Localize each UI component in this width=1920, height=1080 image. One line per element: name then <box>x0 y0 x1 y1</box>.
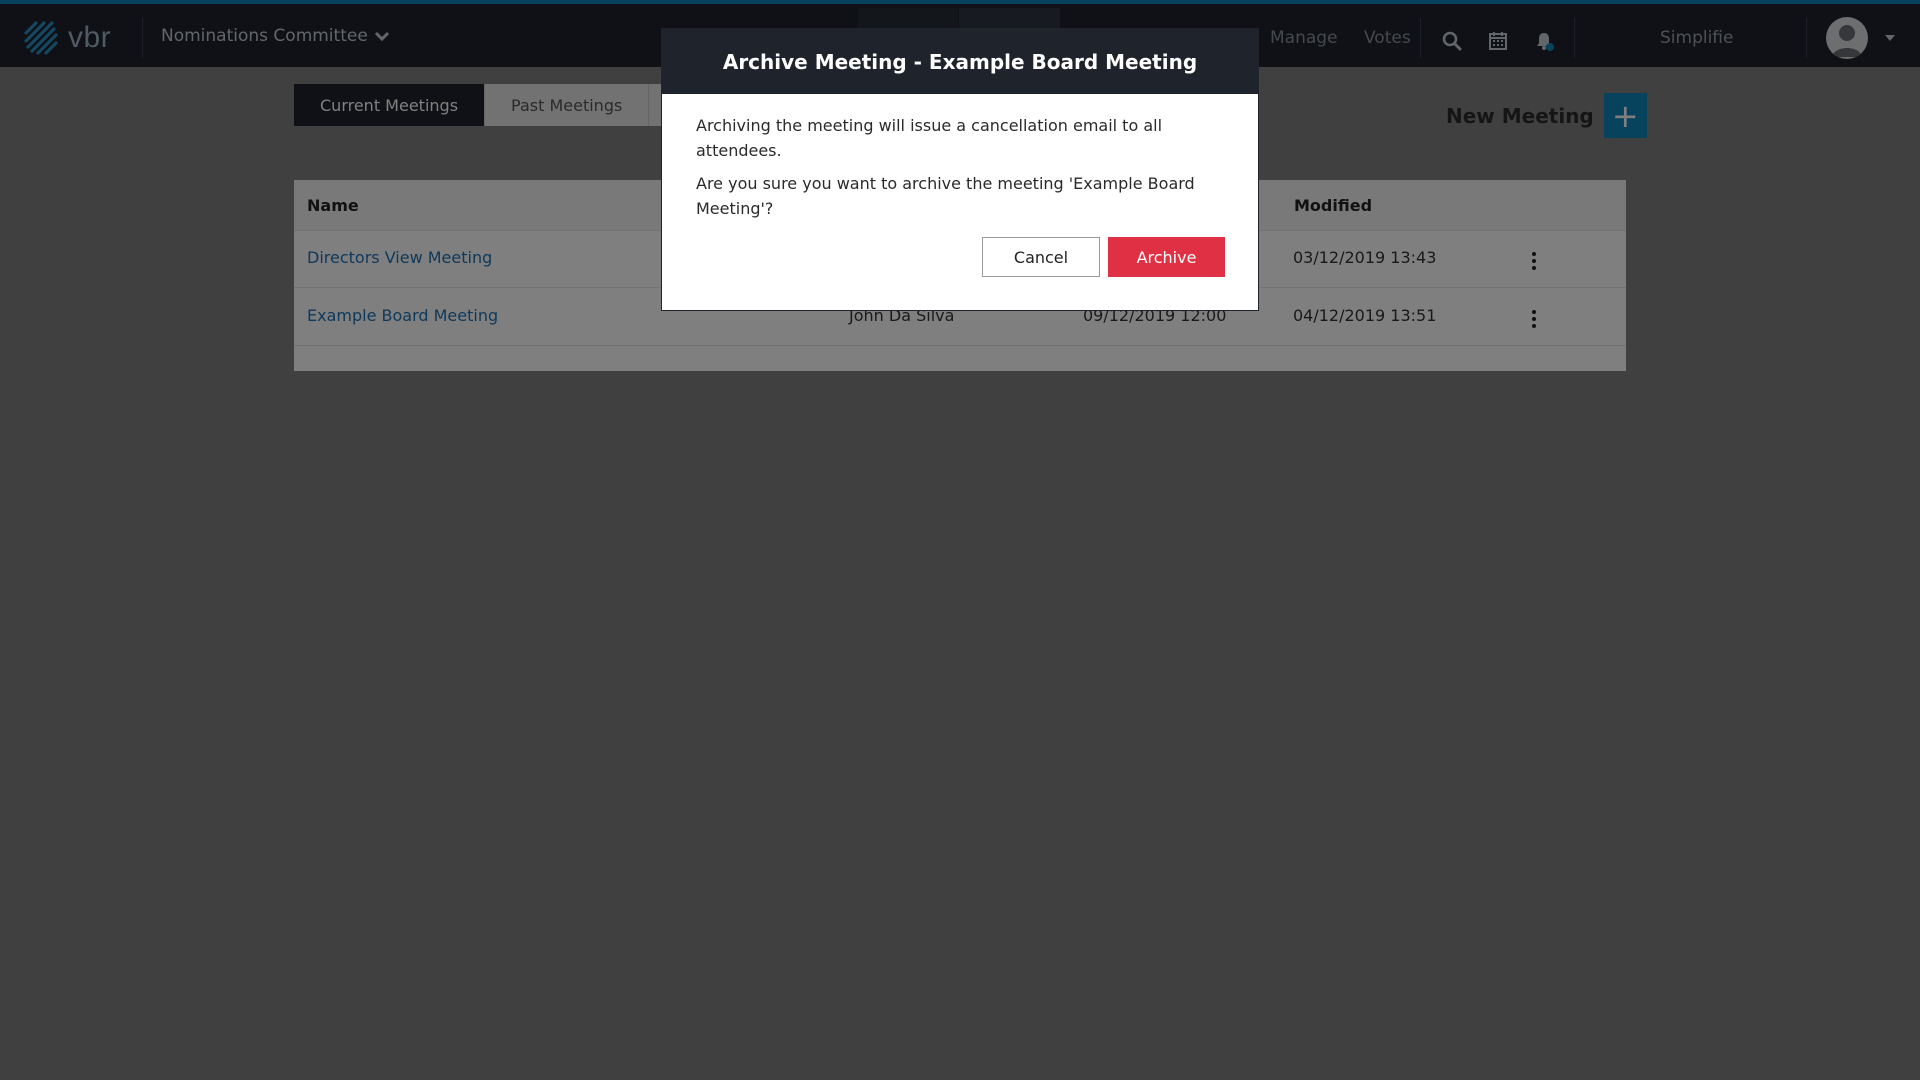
dialog-title: Archive Meeting - Example Board Meeting <box>662 29 1258 94</box>
dialog-message-confirm: Are you sure you want to archive the mee… <box>696 174 1195 218</box>
dialog-message-warning: Archiving the meeting will issue a cance… <box>696 116 1163 160</box>
archive-meeting-dialog: Archive Meeting - Example Board Meeting … <box>661 28 1259 311</box>
dialog-body: Archiving the meeting will issue a cance… <box>696 113 1236 229</box>
cancel-button[interactable]: Cancel <box>982 237 1100 277</box>
archive-button[interactable]: Archive <box>1108 237 1225 277</box>
